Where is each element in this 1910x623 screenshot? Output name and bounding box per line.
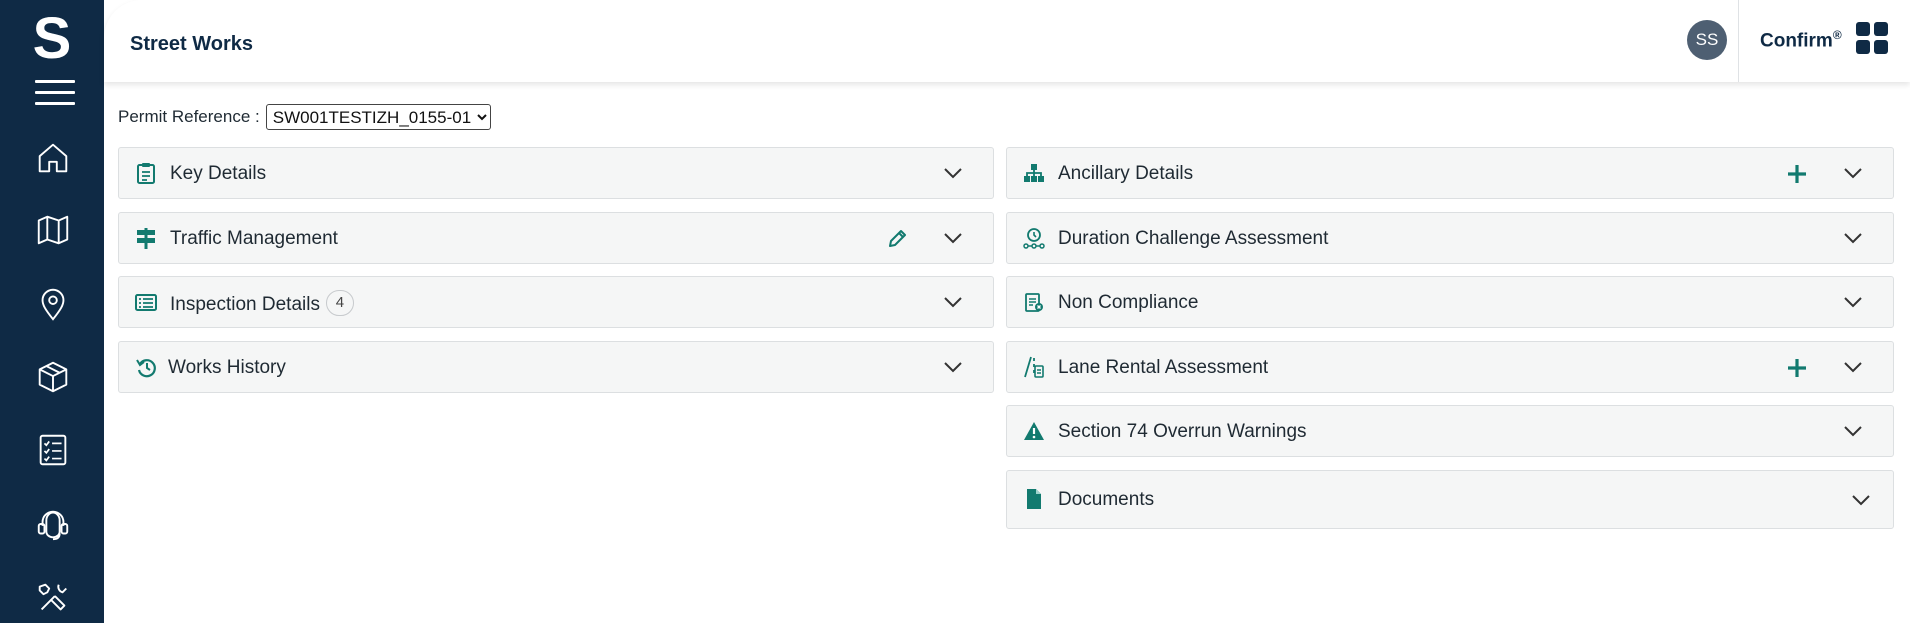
nav-location[interactable] [28,279,78,329]
map-icon [37,215,69,245]
panel-ancillary-details[interactable]: Ancillary Details [1006,147,1894,199]
plus-add-icon[interactable] [1786,357,1808,379]
grid-cell-icon [1856,22,1870,36]
user-avatar[interactable]: SS [1687,20,1727,60]
chevron-down-icon[interactable] [943,230,963,246]
history-icon [135,356,157,378]
nav-home[interactable] [28,133,78,183]
chevron-down-icon[interactable] [1843,230,1863,246]
menu-line-icon [35,102,75,105]
nav-assets[interactable] [28,352,78,402]
panel-duration-challenge-assessment[interactable]: Duration Challenge Assessment [1006,212,1894,264]
tools-icon [38,583,67,611]
hierarchy-icon [1023,162,1045,184]
menu-line-icon [35,91,75,94]
panel-inspection-details[interactable]: Inspection Details 4 [118,276,994,328]
svg-text:S: S [33,10,72,66]
warning-icon [1023,420,1045,442]
permit-reference-label: Permit Reference : [118,107,260,126]
header-divider [1738,0,1739,82]
nav-tools[interactable] [28,573,78,623]
chevron-down-icon[interactable] [943,165,963,181]
page-title: Street Works [130,33,254,55]
panel-title: Duration Challenge Assessment [1058,228,1329,249]
location-pin-icon [41,288,65,321]
panel-title: Key Details [170,163,267,184]
panel-title: Traffic Management [170,228,338,249]
panel-key-details[interactable]: Key Details [118,147,994,199]
home-icon [38,143,68,173]
lane-icon [1023,356,1045,378]
grid-cell-icon [1874,22,1888,36]
chevron-down-icon[interactable] [943,359,963,375]
top-header: Street Works SS Confirm® [104,0,1910,82]
chevron-down-icon[interactable] [1843,359,1863,375]
panel-section-74-overrun-warnings[interactable]: Section 74 Overrun Warnings [1006,405,1894,457]
chevron-down-icon[interactable] [1843,423,1863,439]
logo: S [28,6,76,71]
panel-title-text: Inspection Details [170,294,320,316]
grid-cell-icon [1874,40,1888,54]
document-icon [1023,488,1045,510]
panel-title: Ancillary Details [1058,163,1194,184]
panel-title: Inspection Details 4 [170,290,354,318]
timeline-icon [1023,227,1045,249]
plus-add-icon[interactable] [1786,163,1808,185]
menu-line-icon [35,80,75,83]
brand-registered-mark: ® [1832,28,1842,42]
support-headset-icon [37,510,69,541]
box-icon [38,361,68,393]
logo-icon: S [33,6,72,71]
panel-non-compliance[interactable]: Non Compliance [1006,276,1894,328]
clipboard-icon [135,162,157,184]
report-icon [1023,291,1045,313]
permit-reference-select[interactable]: SW001TESTIZH_0155-01 [265,104,491,130]
signpost-icon [135,227,157,249]
brand-label: Confirm [1760,30,1833,52]
sidebar: S [0,0,104,623]
brand-name: Confirm® [1760,28,1842,52]
panel-title: Section 74 Overrun Warnings [1058,421,1307,442]
panel-title: Non Compliance [1058,292,1199,313]
chevron-down-icon[interactable] [1843,294,1863,310]
list-icon [135,291,157,313]
panel-works-history[interactable]: Works History [118,341,994,393]
nav-map[interactable] [28,205,78,255]
app-root: S Street Works SS Confirm® Permit Refere… [0,0,1910,623]
count-badge: 4 [325,290,354,316]
app-switcher-grid-icon[interactable] [1856,22,1890,56]
panel-title: Lane Rental Assessment [1058,357,1269,378]
chevron-down-icon[interactable] [1851,492,1871,508]
panel-lane-rental-assessment[interactable]: Lane Rental Assessment [1006,341,1894,393]
panel-title: Works History [168,357,286,378]
grid-cell-icon [1856,40,1870,54]
panel-documents[interactable]: Documents [1006,470,1894,529]
panel-title: Documents [1058,489,1155,510]
nav-tasks[interactable] [28,425,78,475]
hamburger-menu-button[interactable] [35,78,75,108]
nav-support[interactable] [28,499,78,549]
panel-traffic-management[interactable]: Traffic Management [118,212,994,264]
permit-reference-row: Permit Reference : SW001TESTIZH_0155-01 [118,104,491,130]
chevron-down-icon[interactable] [943,294,963,310]
pencil-edit-icon[interactable] [886,228,908,250]
checklist-icon [39,434,67,466]
chevron-down-icon[interactable] [1843,165,1863,181]
